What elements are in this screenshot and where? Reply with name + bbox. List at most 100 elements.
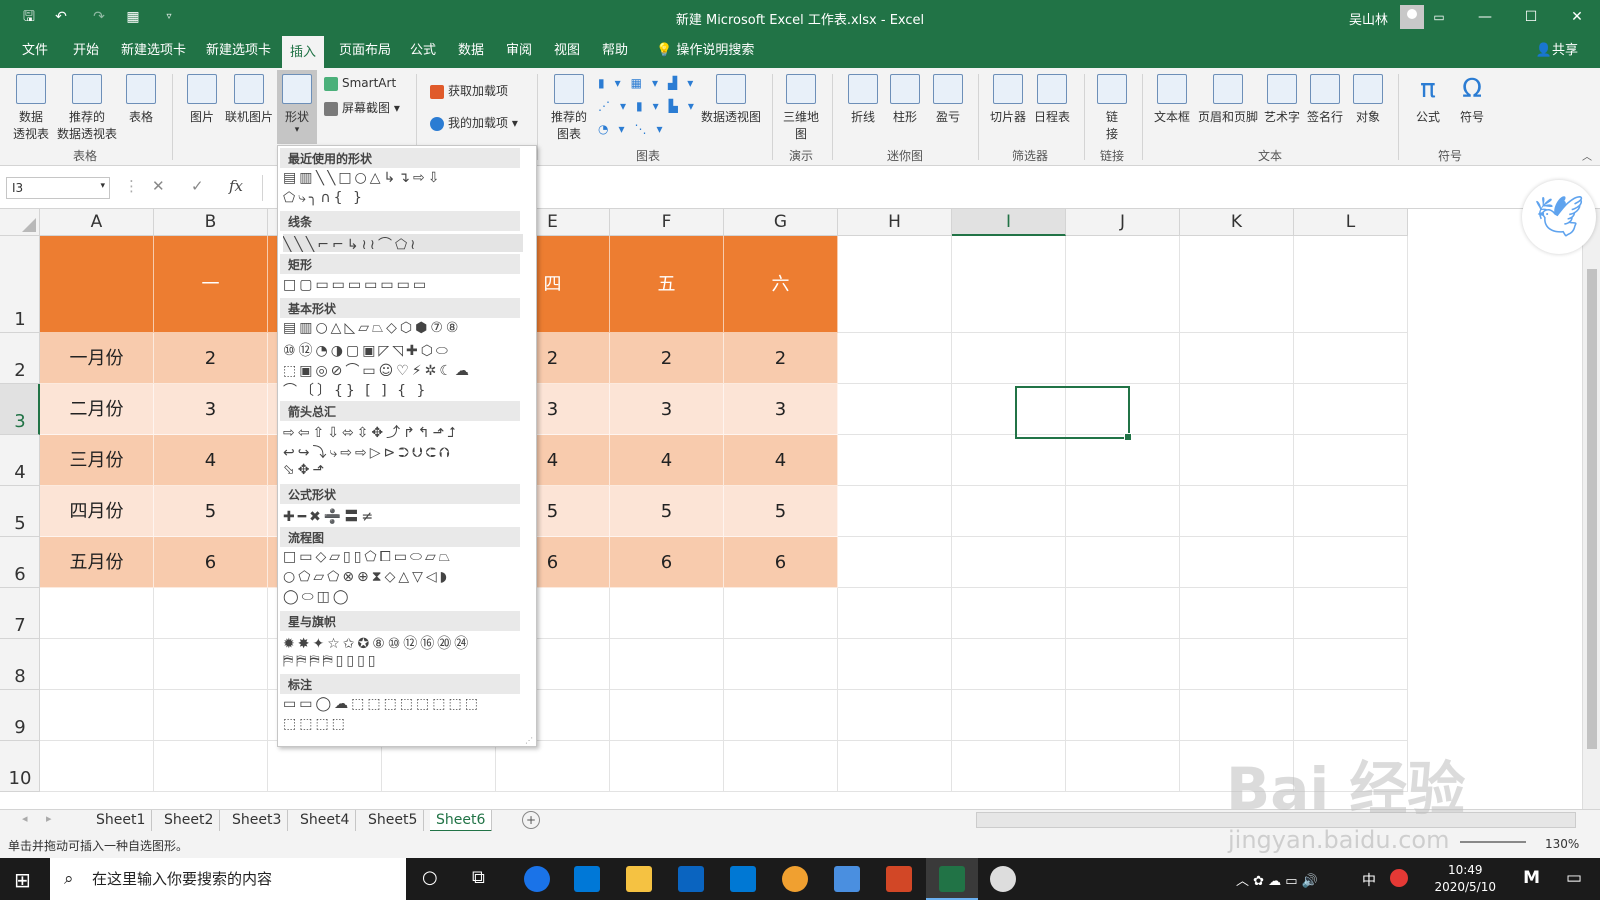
basic-shapes-row1[interactable]: ▤▥○△◺▱⏢◇⬡⬢⑦⑧ bbox=[283, 320, 523, 338]
tray-icons[interactable]: ︿ ✿ ☁ ▭ 🔊 bbox=[1236, 870, 1318, 889]
sparkline-line-button[interactable]: 折线 bbox=[845, 74, 881, 125]
row-header-3[interactable]: 3 bbox=[0, 384, 40, 435]
cell-H10[interactable] bbox=[838, 741, 952, 792]
cell-G1[interactable]: 六 bbox=[724, 236, 838, 333]
column-header-A[interactable]: A bbox=[40, 209, 154, 236]
floating-bird-widget-icon[interactable]: 🕊 bbox=[1522, 180, 1596, 254]
cell-A8[interactable] bbox=[40, 639, 154, 690]
cell-K7[interactable] bbox=[1180, 588, 1294, 639]
app-g-icon[interactable] bbox=[782, 866, 808, 892]
taskbar-search[interactable]: ⌕ 在这里输入你要搜索的内容 bbox=[50, 858, 406, 900]
mail-icon[interactable] bbox=[730, 866, 756, 892]
maximize-button[interactable]: ☐ bbox=[1508, 0, 1554, 34]
cell-G7[interactable] bbox=[724, 588, 838, 639]
basic-shapes-row2[interactable]: ⑩⑫◔◑▢▣◸◹✚⬡⬭ bbox=[283, 340, 523, 358]
cell-I8[interactable] bbox=[952, 639, 1066, 690]
cell-I10[interactable] bbox=[952, 741, 1066, 792]
sparkline-column-button[interactable]: 柱形 bbox=[887, 74, 923, 125]
task-view-icon[interactable]: ⧉ bbox=[472, 867, 485, 888]
redo-icon[interactable]: ↷ bbox=[88, 6, 110, 28]
cell-K9[interactable] bbox=[1180, 690, 1294, 741]
cell-H5[interactable] bbox=[838, 486, 952, 537]
my-addins-button[interactable]: 我的加载项 ▾ bbox=[430, 114, 518, 131]
minimize-button[interactable]: — bbox=[1462, 0, 1508, 34]
basic-shapes-row3[interactable]: ⬚▣◎⊘⌒▭☺♡⚡✲☾☁ bbox=[283, 360, 523, 378]
column-header-H[interactable]: H bbox=[838, 209, 952, 236]
tab-formulas[interactable]: 公式 bbox=[402, 34, 444, 68]
column-header-J[interactable]: J bbox=[1066, 209, 1180, 236]
stars-row1[interactable]: ✹✸✦☆✩✪⑧⑩⑫⑯⑳㉔ bbox=[283, 633, 523, 651]
online-picture-button[interactable]: 联机图片 bbox=[222, 74, 276, 125]
recommended-charts-button[interactable]: 推荐的 图表 bbox=[550, 74, 588, 142]
flowchart-row2[interactable]: ○⬠⏥⬠⊗⊕⧗◇△▽◁◗ bbox=[283, 569, 523, 587]
cell-B2[interactable]: 2 bbox=[154, 333, 268, 384]
cell-A2[interactable]: 一月份 bbox=[40, 333, 154, 384]
cell-B4[interactable]: 4 bbox=[154, 435, 268, 486]
header-footer-button[interactable]: 页眉和页脚 bbox=[1196, 74, 1260, 125]
tab-help[interactable]: 帮助 bbox=[594, 34, 636, 68]
cell-B5[interactable]: 5 bbox=[154, 486, 268, 537]
cell-I3[interactable] bbox=[952, 384, 1066, 435]
undo-icon[interactable]: ↶ bbox=[50, 6, 72, 28]
chart-type-buttons-row1[interactable]: ▮▾▦▾▟▾ bbox=[598, 76, 703, 90]
stars-row2[interactable]: ⛿⛿⛿⛿▯▯▯▯ bbox=[283, 653, 523, 671]
flowchart-row3[interactable]: ◯⬭◫◯ bbox=[283, 589, 523, 607]
cell-F7[interactable] bbox=[610, 588, 724, 639]
powerpoint-icon[interactable] bbox=[886, 866, 912, 892]
column-header-K[interactable]: K bbox=[1180, 209, 1294, 236]
sheet-tab-4[interactable]: Sheet4 bbox=[294, 810, 357, 832]
tab-file[interactable]: 文件 bbox=[14, 34, 56, 68]
cell-A4[interactable]: 三月份 bbox=[40, 435, 154, 486]
tray-m-icon[interactable]: M bbox=[1523, 868, 1540, 888]
cell-J9[interactable] bbox=[1066, 690, 1180, 741]
cell-F2[interactable]: 2 bbox=[610, 333, 724, 384]
flowchart-row1[interactable]: □▭◇▱▯▯⬠⧠▭⬭▱⏢ bbox=[283, 549, 523, 567]
store-icon[interactable] bbox=[678, 866, 704, 892]
cell-H2[interactable] bbox=[838, 333, 952, 384]
cell-K5[interactable] bbox=[1180, 486, 1294, 537]
excel-taskbar-button[interactable] bbox=[926, 858, 978, 900]
row-header-5[interactable]: 5 bbox=[0, 486, 40, 537]
cell-D10[interactable] bbox=[382, 741, 496, 792]
column-header-B[interactable]: B bbox=[154, 209, 268, 236]
cell-A1[interactable] bbox=[40, 236, 154, 333]
shapes-button[interactable]: 形状 ▾ bbox=[277, 70, 317, 144]
callouts-row1[interactable]: ▭▭◯☁⬚⬚⬚⬚⬚⬚⬚⬚ bbox=[283, 696, 523, 714]
sogou-ime-icon[interactable] bbox=[1390, 869, 1408, 887]
cell-K3[interactable] bbox=[1180, 384, 1294, 435]
recent-shapes-row1[interactable]: ▤▥╲╲□○△↳↴⇨⇩ bbox=[283, 170, 523, 188]
row-header-7[interactable]: 7 bbox=[0, 588, 40, 639]
cell-B9[interactable] bbox=[154, 690, 268, 741]
cell-L8[interactable] bbox=[1294, 639, 1408, 690]
bird-app-icon[interactable] bbox=[834, 866, 860, 892]
arrows-row2[interactable]: ↩↪⤵⤷⇨⇨▷⊳⮊⮋⮈⮉ bbox=[283, 442, 523, 460]
cell-J6[interactable] bbox=[1066, 537, 1180, 588]
cell-F10[interactable] bbox=[610, 741, 724, 792]
cell-C10[interactable] bbox=[268, 741, 382, 792]
cell-H3[interactable] bbox=[838, 384, 952, 435]
sparkline-winloss-button[interactable]: 盈亏 bbox=[930, 74, 966, 125]
column-header-F[interactable]: F bbox=[610, 209, 724, 236]
cell-G10[interactable] bbox=[724, 741, 838, 792]
cell-I4[interactable] bbox=[952, 435, 1066, 486]
insert-function-icon[interactable]: fx bbox=[229, 177, 243, 195]
row-header-9[interactable]: 9 bbox=[0, 690, 40, 741]
cell-F6[interactable]: 6 bbox=[610, 537, 724, 588]
chart-type-buttons-row2[interactable]: ⋰▾▮▾▙▾ bbox=[598, 99, 704, 113]
cell-L5[interactable] bbox=[1294, 486, 1408, 537]
cell-J10[interactable] bbox=[1066, 741, 1180, 792]
cell-F8[interactable] bbox=[610, 639, 724, 690]
cell-K4[interactable] bbox=[1180, 435, 1294, 486]
row-header-1[interactable]: 1 bbox=[0, 236, 40, 333]
tab-insert[interactable]: 插入 bbox=[282, 34, 325, 68]
cell-G8[interactable] bbox=[724, 639, 838, 690]
cell-A3[interactable]: 二月份 bbox=[40, 384, 154, 435]
link-button[interactable]: 链 接 bbox=[1094, 74, 1130, 142]
zoom-slider[interactable] bbox=[1460, 841, 1526, 843]
signature-line-button[interactable]: 签名行 bbox=[1305, 74, 1345, 125]
cell-L4[interactable] bbox=[1294, 435, 1408, 486]
enter-icon[interactable]: ✓ bbox=[191, 177, 204, 195]
collapse-ribbon-icon[interactable]: ︿ bbox=[1582, 148, 1592, 163]
resize-grip-icon[interactable]: ⋰ bbox=[525, 736, 533, 745]
cell-A7[interactable] bbox=[40, 588, 154, 639]
